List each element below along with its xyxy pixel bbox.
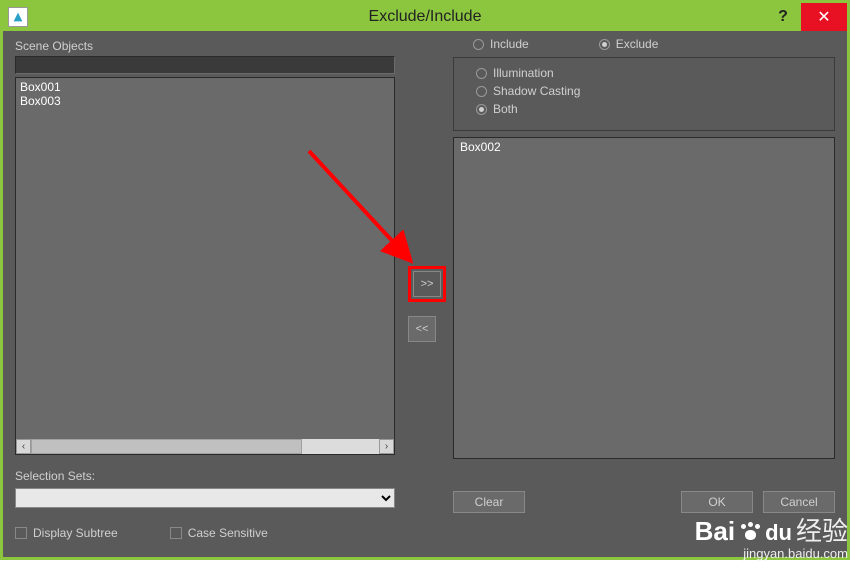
case-sensitive-checkbox[interactable]: Case Sensitive [170, 526, 268, 540]
scene-objects-label: Scene Objects [15, 39, 395, 53]
both-radio[interactable]: Both [476, 102, 822, 116]
cancel-button[interactable]: Cancel [763, 491, 835, 513]
exclude-radio-label: Exclude [616, 37, 659, 51]
case-sensitive-input[interactable] [170, 527, 182, 539]
scene-list-hscrollbar[interactable]: ‹ › [16, 439, 394, 454]
affect-group: Illumination Shadow Casting Both [453, 57, 835, 131]
right-panel: Include Exclude Illumination Shadow Cast… [453, 37, 835, 513]
include-exclude-row: Include Exclude [453, 37, 835, 51]
display-subtree-checkbox[interactable]: Display Subtree [15, 526, 118, 540]
scene-objects-list[interactable]: Box001 Box003 ‹ › [15, 77, 395, 455]
list-item[interactable]: Box001 [20, 80, 390, 94]
exclude-radio[interactable]: Exclude [599, 37, 659, 51]
titlebar: Exclude/Include ? ✕ [3, 3, 847, 31]
shadow-casting-radio-label: Shadow Casting [493, 84, 580, 98]
help-button[interactable]: ? [765, 3, 801, 31]
scene-list-items: Box001 Box003 [16, 78, 394, 110]
shadow-casting-radio[interactable]: Shadow Casting [476, 84, 822, 98]
close-button[interactable]: ✕ [801, 3, 847, 31]
radio-icon [599, 39, 610, 50]
window-controls: ? ✕ [765, 3, 847, 31]
illumination-radio-label: Illumination [493, 66, 554, 80]
scroll-left-icon[interactable]: ‹ [16, 439, 31, 454]
ok-button[interactable]: OK [681, 491, 753, 513]
transfer-buttons: >> << [408, 266, 444, 356]
selection-sets-label: Selection Sets: [15, 469, 395, 483]
radio-icon [476, 104, 487, 115]
both-radio-label: Both [493, 102, 518, 116]
remove-from-list-button[interactable]: << [408, 316, 436, 342]
illumination-radio[interactable]: Illumination [476, 66, 822, 80]
dialog-body: Scene Objects Box001 Box003 ‹ › Selectio… [3, 31, 847, 557]
case-sensitive-text: Case Sensitive [188, 526, 268, 540]
target-list[interactable]: Box002 [453, 137, 835, 459]
checkbox-row: Display Subtree Case Sensitive [15, 526, 395, 540]
dialog-title: Exclude/Include [369, 8, 482, 26]
clear-button[interactable]: Clear [453, 491, 525, 513]
left-panel: Scene Objects Box001 Box003 ‹ › Selectio… [15, 39, 395, 540]
scene-filter-input[interactable] [15, 56, 395, 74]
radio-icon [476, 86, 487, 97]
display-subtree-input[interactable] [15, 527, 27, 539]
selection-sets-dropdown[interactable] [15, 488, 395, 508]
add-to-list-button[interactable]: >> [413, 271, 441, 297]
app-icon [8, 7, 28, 27]
include-radio-label: Include [490, 37, 529, 51]
scroll-right-icon[interactable]: › [379, 439, 394, 454]
include-radio[interactable]: Include [473, 37, 529, 51]
annotation-highlight: >> [408, 266, 446, 302]
radio-icon [473, 39, 484, 50]
list-item[interactable]: Box002 [460, 140, 828, 154]
scroll-track[interactable] [31, 439, 379, 454]
dialog-window: Exclude/Include ? ✕ Scene Objects Box001… [0, 0, 850, 560]
display-subtree-text: Display Subtree [33, 526, 118, 540]
scroll-thumb[interactable] [31, 439, 302, 454]
list-item[interactable]: Box003 [20, 94, 390, 108]
bottom-buttons: Clear OK Cancel [453, 491, 835, 513]
radio-icon [476, 68, 487, 79]
